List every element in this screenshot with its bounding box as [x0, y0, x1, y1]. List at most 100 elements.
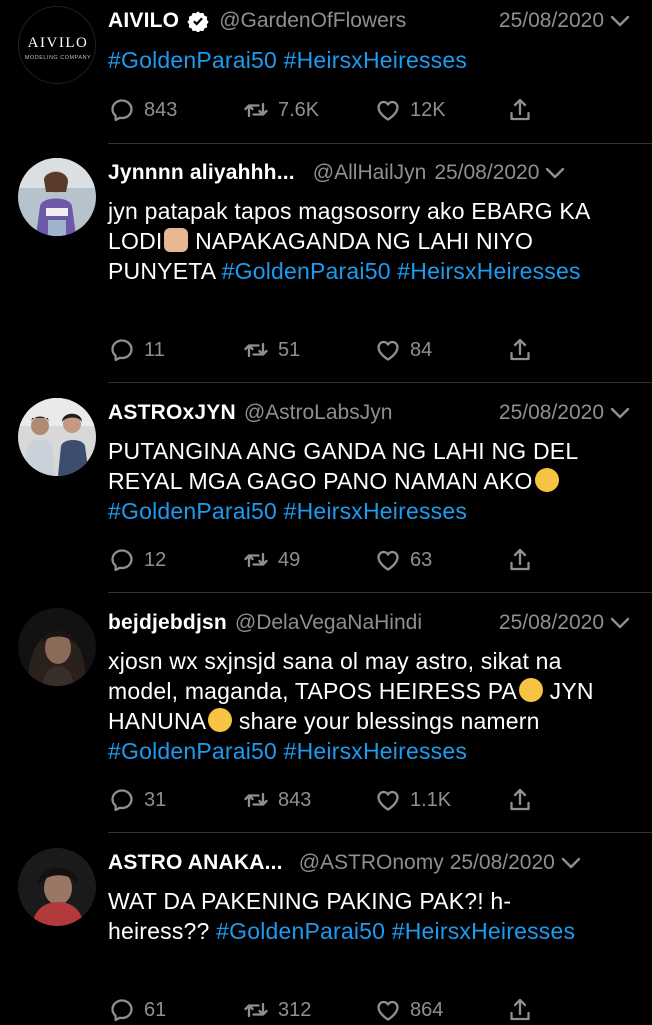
retweet-button[interactable]: 49 [242, 545, 300, 575]
retweet-button[interactable]: 312 [242, 995, 311, 1025]
tweet-actions: 31 843 1.1K [108, 785, 534, 815]
handle[interactable]: @AstroLabsJyn [244, 401, 393, 425]
share-button[interactable] [506, 545, 534, 575]
logo-subtext: MODELING COMPANY [25, 55, 91, 61]
tweet-actions: 12 49 63 [108, 545, 534, 575]
avatar[interactable]: AIVILO MODELING COMPANY [18, 6, 96, 84]
reply-icon [111, 789, 133, 812]
share-icon [510, 998, 530, 1021]
retweet-icon [244, 1002, 268, 1018]
reply-button[interactable]: 11 [108, 335, 165, 365]
like-button[interactable]: 63 [374, 545, 432, 575]
share-icon [510, 548, 530, 571]
divider [108, 143, 652, 144]
like-count: 84 [410, 338, 433, 361]
heart-icon [377, 1000, 399, 1021]
tweet-actions: 61 312 864 [108, 995, 534, 1025]
divider [108, 832, 652, 833]
chevron-down-icon[interactable] [610, 406, 630, 420]
hashtag-link[interactable]: #GoldenParai50 #HeirsxHeiresses [216, 918, 575, 944]
tweet-header: AIVILO @GardenOfFlowers 25/08/2020 [108, 6, 630, 36]
retweet-button[interactable]: 7.6K [242, 95, 319, 125]
share-icon [510, 98, 530, 121]
divider [108, 592, 652, 593]
timestamp[interactable]: 25/08/2020 [499, 9, 604, 33]
verified-badge-icon [187, 11, 209, 32]
like-count: 12K [410, 98, 446, 121]
hashtag-link[interactable]: #GoldenParai50 #HeirsxHeiresses [108, 738, 467, 764]
chevron-down-icon[interactable] [610, 616, 630, 630]
display-name[interactable]: Jynnnn aliyahhh... [108, 161, 295, 185]
share-icon [510, 338, 530, 361]
like-count: 63 [410, 548, 433, 571]
share-button[interactable] [506, 995, 534, 1025]
share-button[interactable] [506, 335, 534, 365]
tweet-body-text: PUTANGINA ANG GANDA NG LAHI NG DEL REYAL… [108, 438, 578, 494]
heart-icon [377, 790, 399, 811]
tweet-header: ASTROxJYN @AstroLabsJyn 25/08/2020 [108, 398, 630, 428]
reply-button[interactable]: 31 [108, 785, 166, 815]
heart-icon [377, 550, 399, 571]
chevron-down-icon[interactable] [610, 14, 630, 28]
handle[interactable]: @AllHailJyn [313, 161, 427, 185]
tweet-actions: 11 51 84 [108, 335, 534, 365]
tweet-body-text: xjosn wx sxjnsjd sana ol may astro, sika… [108, 648, 562, 704]
timestamp[interactable]: 25/08/2020 [499, 611, 604, 635]
tweet-text: PUTANGINA ANG GANDA NG LAHI NG DEL REYAL… [108, 436, 632, 526]
timestamp[interactable]: 25/08/2020 [434, 161, 539, 185]
reply-icon [111, 999, 133, 1022]
avatar[interactable] [18, 848, 96, 926]
heart-icon [377, 340, 399, 361]
tweet-header: bejdjebdjsn @DelaVegaNaHindi 25/08/2020 [108, 608, 630, 638]
display-name[interactable]: bejdjebdjsn [108, 611, 227, 635]
hashtag-link[interactable]: #GoldenParai50 #HeirsxHeiresses [108, 47, 467, 73]
tweet-header: Jynnnn aliyahhh... @AllHailJyn 25/08/202… [108, 158, 630, 188]
timestamp[interactable]: 25/08/2020 [450, 851, 555, 875]
handle[interactable]: @GardenOfFlowers [219, 9, 406, 33]
display-name[interactable]: AIVILO [108, 9, 179, 33]
reply-count: 12 [144, 548, 167, 571]
raised-fist-emoji [164, 228, 189, 252]
reply-count: 843 [144, 98, 178, 121]
retweet-count: 51 [278, 338, 301, 361]
reply-button[interactable]: 843 [108, 95, 177, 125]
retweet-button[interactable]: 843 [242, 785, 311, 815]
share-button[interactable] [506, 95, 534, 125]
share-icon [510, 788, 530, 811]
retweet-count: 7.6K [278, 98, 320, 121]
reply-icon [111, 549, 133, 572]
tweet-actions: 843 7.6K 12K [108, 95, 534, 125]
chevron-down-icon[interactable] [561, 856, 581, 870]
handle[interactable]: @DelaVegaNaHindi [235, 611, 422, 635]
retweet-icon [244, 792, 268, 808]
retweet-button[interactable]: 51 [242, 335, 300, 365]
reply-count: 61 [144, 998, 167, 1021]
crying-face-emoji [519, 678, 544, 702]
display-name[interactable]: ASTROxJYN [108, 401, 236, 425]
reply-button[interactable]: 12 [108, 545, 166, 575]
hashtag-link[interactable]: #GoldenParai50 #HeirsxHeiresses [108, 498, 467, 524]
hashtag-link[interactable]: #GoldenParai50 #HeirsxHeiresses [222, 258, 581, 284]
display-name[interactable]: ASTRO ANAKA... [108, 851, 283, 875]
timestamp[interactable]: 25/08/2020 [499, 401, 604, 425]
avatar[interactable] [18, 398, 96, 476]
tweet-header: ASTRO ANAKA... @ASTROnomy 25/08/2020 [108, 848, 630, 878]
handle[interactable]: @ASTROnomy [299, 851, 444, 875]
sneezing-face-emoji [208, 708, 233, 732]
divider [108, 382, 652, 383]
reply-button[interactable]: 61 [108, 995, 166, 1025]
avatar[interactable] [18, 608, 96, 686]
crying-face-emoji [534, 468, 559, 492]
tweet-body-text: share your blessings namern [232, 708, 540, 734]
retweet-icon [244, 342, 268, 358]
reply-icon [111, 339, 133, 362]
avatar[interactable] [18, 158, 96, 236]
heart-icon [377, 100, 399, 121]
like-button[interactable]: 84 [374, 335, 432, 365]
like-button[interactable]: 1.1K [374, 785, 451, 815]
share-button[interactable] [506, 785, 534, 815]
chevron-down-icon[interactable] [545, 166, 565, 180]
like-button[interactable]: 864 [374, 995, 443, 1025]
like-button[interactable]: 12K [374, 95, 446, 125]
retweet-count: 312 [278, 998, 312, 1021]
